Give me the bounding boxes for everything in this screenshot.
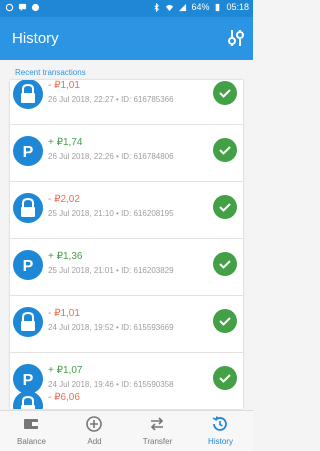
svg-text:P: P <box>23 258 34 275</box>
transaction-list[interactable]: - ₽1,01 26 Jul 2018, 22:27 • ID: 6167853… <box>10 80 243 409</box>
tab-balance[interactable]: Balance <box>0 411 63 451</box>
check-icon <box>213 309 237 333</box>
message-icon <box>31 3 40 12</box>
transaction-meta: 25 Jul 2018, 21:10 • ID: 616208195 <box>48 209 174 218</box>
battery-percent: 64% <box>191 2 210 12</box>
tab-transfer[interactable]: Transfer <box>126 411 189 451</box>
lock-icon <box>13 307 43 337</box>
tab-label: Balance <box>17 437 46 446</box>
tab-history[interactable]: History <box>189 411 252 451</box>
sync-icon <box>5 3 14 12</box>
history-icon <box>212 416 227 431</box>
add-circle-icon <box>86 416 102 432</box>
bluetooth-icon <box>154 2 160 12</box>
tab-label: Add <box>87 437 102 446</box>
app-bar: History <box>0 17 253 60</box>
check-icon <box>213 138 237 162</box>
section-title: Recent transactions <box>15 68 86 77</box>
transaction-amount: - ₽1,01 <box>48 80 80 91</box>
transaction-row[interactable]: P + ₽1,36 25 Jul 2018, 21:01 • ID: 61620… <box>10 239 243 296</box>
transaction-row[interactable]: - ₽1,01 24 Jul 2018, 19:52 • ID: 6155936… <box>10 296 243 353</box>
chat-icon <box>18 3 27 12</box>
transaction-row[interactable]: P + ₽1,74 26 Jul 2018, 22:26 • ID: 61678… <box>10 125 243 182</box>
transaction-amount: + ₽1,07 <box>48 365 83 376</box>
tab-label: History <box>208 437 233 446</box>
transaction-amount: + ₽1,74 <box>48 137 83 148</box>
wallet-icon <box>24 419 38 429</box>
filter-icon[interactable] <box>227 28 245 48</box>
bottom-navigation: Balance Add Transfer History <box>0 410 253 451</box>
check-icon <box>213 195 237 219</box>
transaction-meta: 25 Jul 2018, 21:01 • ID: 616203829 <box>48 266 174 275</box>
transaction-amount: + ₽1,36 <box>48 251 83 262</box>
status-bar: 64% 05:18 <box>0 0 253 17</box>
check-icon <box>213 252 237 276</box>
parking-icon: P <box>13 250 43 280</box>
transaction-amount: - ₽1,01 <box>48 308 80 319</box>
lock-icon <box>13 391 43 409</box>
transaction-meta: 26 Jul 2018, 22:26 • ID: 616784806 <box>48 152 174 161</box>
transaction-row[interactable]: - ₽6,06 <box>10 380 243 409</box>
transaction-meta: 26 Jul 2018, 22:27 • ID: 616785366 <box>48 95 174 104</box>
lock-icon <box>13 80 43 109</box>
tab-label: Transfer <box>142 437 173 446</box>
tab-add[interactable]: Add <box>63 411 126 451</box>
svg-text:P: P <box>23 144 34 161</box>
transaction-meta: 24 Jul 2018, 19:52 • ID: 615593669 <box>48 323 174 332</box>
clock: 05:18 <box>226 2 249 12</box>
transaction-row[interactable]: - ₽2,02 25 Jul 2018, 21:10 • ID: 6162081… <box>10 182 243 239</box>
page-title: History <box>12 30 59 47</box>
transaction-amount: - ₽2,02 <box>48 194 80 205</box>
check-icon <box>213 81 237 105</box>
lock-icon <box>13 193 43 223</box>
transaction-amount: - ₽6,06 <box>48 392 80 403</box>
signal-icon <box>179 3 187 11</box>
battery-icon <box>216 3 220 11</box>
transfer-icon <box>150 417 164 431</box>
wifi-icon <box>166 4 174 11</box>
transaction-row[interactable]: - ₽1,01 26 Jul 2018, 22:27 • ID: 6167853… <box>10 80 243 125</box>
parking-icon: P <box>13 136 43 166</box>
